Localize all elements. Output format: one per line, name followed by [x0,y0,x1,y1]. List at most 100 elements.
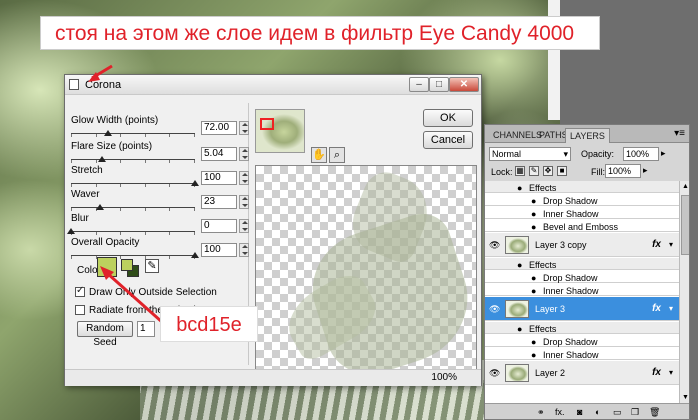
spinner-icon[interactable] [239,219,249,233]
tab-layers[interactable]: LAYERS [565,128,610,143]
visibility-eye-icon[interactable]: ● [531,350,536,360]
visibility-eye-icon[interactable]: ● [531,337,536,347]
fill-arrow-icon[interactable]: ▸ [643,165,648,176]
effects-row[interactable]: ● Effects [485,258,679,270]
draw-outside-row[interactable]: Draw Only Outside Selection [75,285,217,298]
slider-track[interactable] [71,183,195,184]
slider-track[interactable] [71,159,195,160]
scroll-thumb[interactable] [681,195,689,255]
radiate-checkbox[interactable] [75,305,85,316]
foreground-swatch[interactable] [121,259,133,271]
slider-thumb[interactable] [95,204,104,210]
slider-track[interactable] [71,207,195,208]
hand-tool-icon[interactable]: ✋ [311,147,327,163]
scrollbar[interactable]: ▲ ▼ [679,181,689,403]
random-seed-input[interactable]: 1 [137,321,155,337]
eyedropper-icon[interactable]: ✎ [145,259,159,273]
fx-icon[interactable]: fx [652,303,661,314]
add-style-icon[interactable]: fx. [555,407,565,417]
navigator-preview[interactable] [255,109,305,153]
visibility-eye-icon[interactable]: 👁 [489,304,500,315]
param-value-input[interactable]: 72.00 [201,121,237,135]
delete-layer-icon[interactable]: 🗑 [649,407,660,418]
scroll-down-icon[interactable]: ▼ [682,394,689,401]
param-value-input[interactable]: 0 [201,219,237,233]
panel-menu-icon[interactable]: ▾≡ [674,128,685,139]
maximize-button[interactable]: □ [429,77,449,92]
expand-arrow-icon[interactable]: ▾ [669,240,673,249]
effect-row[interactable]: ● Drop Shadow [485,335,679,347]
param-value-input[interactable]: 100 [201,243,237,257]
cancel-button[interactable]: Cancel [423,131,473,149]
visibility-eye-icon[interactable]: ● [531,273,536,283]
visibility-eye-icon[interactable]: ● [517,324,522,334]
effect-row[interactable]: ● Inner Shadow [485,207,679,219]
view-marker[interactable] [260,118,274,130]
color-swatch[interactable] [97,257,117,277]
spinner-icon[interactable] [239,121,249,135]
layer-row[interactable]: 👁 Layer 2 fx ▾ [485,361,679,385]
slider-track[interactable] [71,255,195,256]
minimize-button[interactable]: – [409,77,429,92]
slider-thumb[interactable] [67,228,75,234]
visibility-eye-icon[interactable]: ● [531,196,536,206]
new-layer-icon[interactable]: ❐ [631,407,639,418]
expand-arrow-icon[interactable]: ▾ [669,304,673,313]
visibility-eye-icon[interactable]: ● [517,183,522,193]
visibility-eye-icon[interactable]: 👁 [489,368,500,379]
param-value-input[interactable]: 23 [201,195,237,209]
visibility-eye-icon[interactable]: ● [531,286,536,296]
param-value-input[interactable]: 5.04 [201,147,237,161]
visibility-eye-icon[interactable]: 👁 [489,240,500,251]
fx-icon[interactable]: fx [652,239,661,250]
visibility-eye-icon[interactable]: ● [517,260,522,270]
preview-canvas[interactable] [255,165,477,371]
opacity-input[interactable]: 100% [623,147,659,161]
effect-row[interactable]: ● Inner Shadow [485,284,679,296]
effect-row[interactable]: ● Drop Shadow [485,271,679,283]
spinner-icon[interactable] [239,243,249,257]
spinner-icon[interactable] [239,171,249,185]
add-mask-icon[interactable]: ◙ [577,407,582,417]
effect-row[interactable]: ● Drop Shadow [485,194,679,206]
zoom-tool-icon[interactable]: ⌕ [329,147,345,163]
slider-thumb[interactable] [104,130,113,136]
slider-tick [95,256,97,259]
effects-row[interactable]: ● Effects [485,181,679,193]
ok-button[interactable]: OK [423,109,473,127]
opacity-arrow-icon[interactable]: ▸ [661,148,666,159]
expand-arrow-icon[interactable]: ▾ [669,368,673,377]
slider-track[interactable] [71,231,195,232]
new-group-icon[interactable]: ▭ [613,407,622,418]
draw-outside-checkbox[interactable] [75,285,85,298]
lock-all-icon[interactable]: ■ [557,166,567,176]
scroll-up-icon[interactable]: ▲ [682,183,689,190]
visibility-eye-icon[interactable]: ● [531,222,536,232]
slider-thumb[interactable] [98,156,106,162]
param-value-input[interactable]: 100 [201,171,237,185]
effect-row[interactable]: ● Inner Shadow [485,348,679,360]
effects-row[interactable]: ● Effects [485,322,679,334]
effect-row[interactable]: ● Bevel and Emboss [485,220,679,232]
fill-input[interactable]: 100% [605,164,641,178]
layer-row[interactable]: 👁 Layer 3 fx ▾ [485,297,679,321]
fx-icon[interactable]: fx [652,367,661,378]
layer-row[interactable]: 👁 Layer 3 copy fx ▾ [485,233,679,257]
dialog-titlebar[interactable]: Corona – □ ✕ [65,75,481,95]
lock-transparent-icon[interactable]: ▦ [515,166,525,176]
visibility-eye-icon[interactable]: ● [531,209,536,219]
spinner-icon[interactable] [239,147,249,161]
close-button[interactable]: ✕ [449,77,479,92]
spinner-icon[interactable] [239,195,249,209]
lock-pixels-icon[interactable]: ✎ [529,166,539,176]
adjustment-layer-icon[interactable]: ◐ [595,407,600,417]
random-seed-button[interactable]: Random Seed [77,321,133,348]
slider-track[interactable] [71,133,195,134]
slider-thumb[interactable] [191,180,199,186]
blend-mode-select[interactable]: Normal [489,147,571,161]
layer-thumbnail [505,364,529,382]
lock-position-icon[interactable]: ✥ [543,166,553,176]
slider-thumb[interactable] [191,252,199,258]
draw-outside-label: Draw Only Outside Selection [89,287,217,298]
link-layers-icon[interactable]: ⚭ [537,407,545,418]
